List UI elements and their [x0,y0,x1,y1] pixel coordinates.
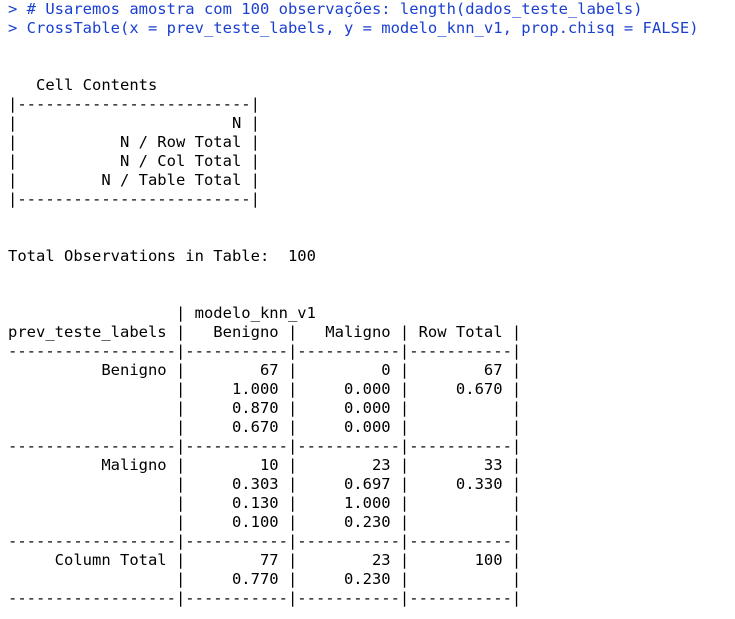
cell-contents-border: |-------------------------| [8,95,260,113]
crosstable-separator: ------------------|-----------|---------… [8,437,522,455]
cell-contents-row: | N | [8,114,260,132]
crosstable-row: | 0.670 | 0.000 | | [8,418,522,436]
crosstable-header-row: prev_teste_labels | Benigno | Maligno | … [8,323,522,341]
console-input-command: > CrossTable(x = prev_teste_labels, y = … [8,19,699,37]
crosstable-row: | 0.870 | 0.000 | | [8,399,522,417]
crosstable-separator: ------------------|-----------|---------… [8,532,522,550]
crosstable-row: | 0.100 | 0.230 | | [8,513,522,531]
crosstable-separator: ------------------|-----------|---------… [8,589,522,607]
crosstable-row: | 0.770 | 0.230 | | [8,570,522,588]
cell-contents-title: Cell Contents [8,76,158,94]
console-input-comment: > # Usaremos amostra com 100 observações… [8,0,643,18]
crosstable-row: Maligno | 10 | 23 | 33 | [8,456,522,474]
cell-contents-border: |-------------------------| [8,190,260,208]
crosstable-row: | 0.130 | 1.000 | | [8,494,522,512]
crosstable-row: | 0.303 | 0.697 | 0.330 | [8,475,522,493]
crosstable-row: | 1.000 | 0.000 | 0.670 | [8,380,522,398]
r-console-output[interactable]: > # Usaremos amostra com 100 observações… [0,0,735,619]
total-observations: Total Observations in Table: 100 [8,247,316,265]
cell-contents-row: | N / Table Total | [8,171,260,189]
crosstable-row: Column Total | 77 | 23 | 100 | [8,551,522,569]
crosstable-col-variable: | modelo_knn_v1 [8,304,316,322]
crosstable-separator: ------------------|-----------|---------… [8,342,522,360]
cell-contents-row: | N / Col Total | [8,152,260,170]
cell-contents-row: | N / Row Total | [8,133,260,151]
crosstable-row: Benigno | 67 | 0 | 67 | [8,361,522,379]
